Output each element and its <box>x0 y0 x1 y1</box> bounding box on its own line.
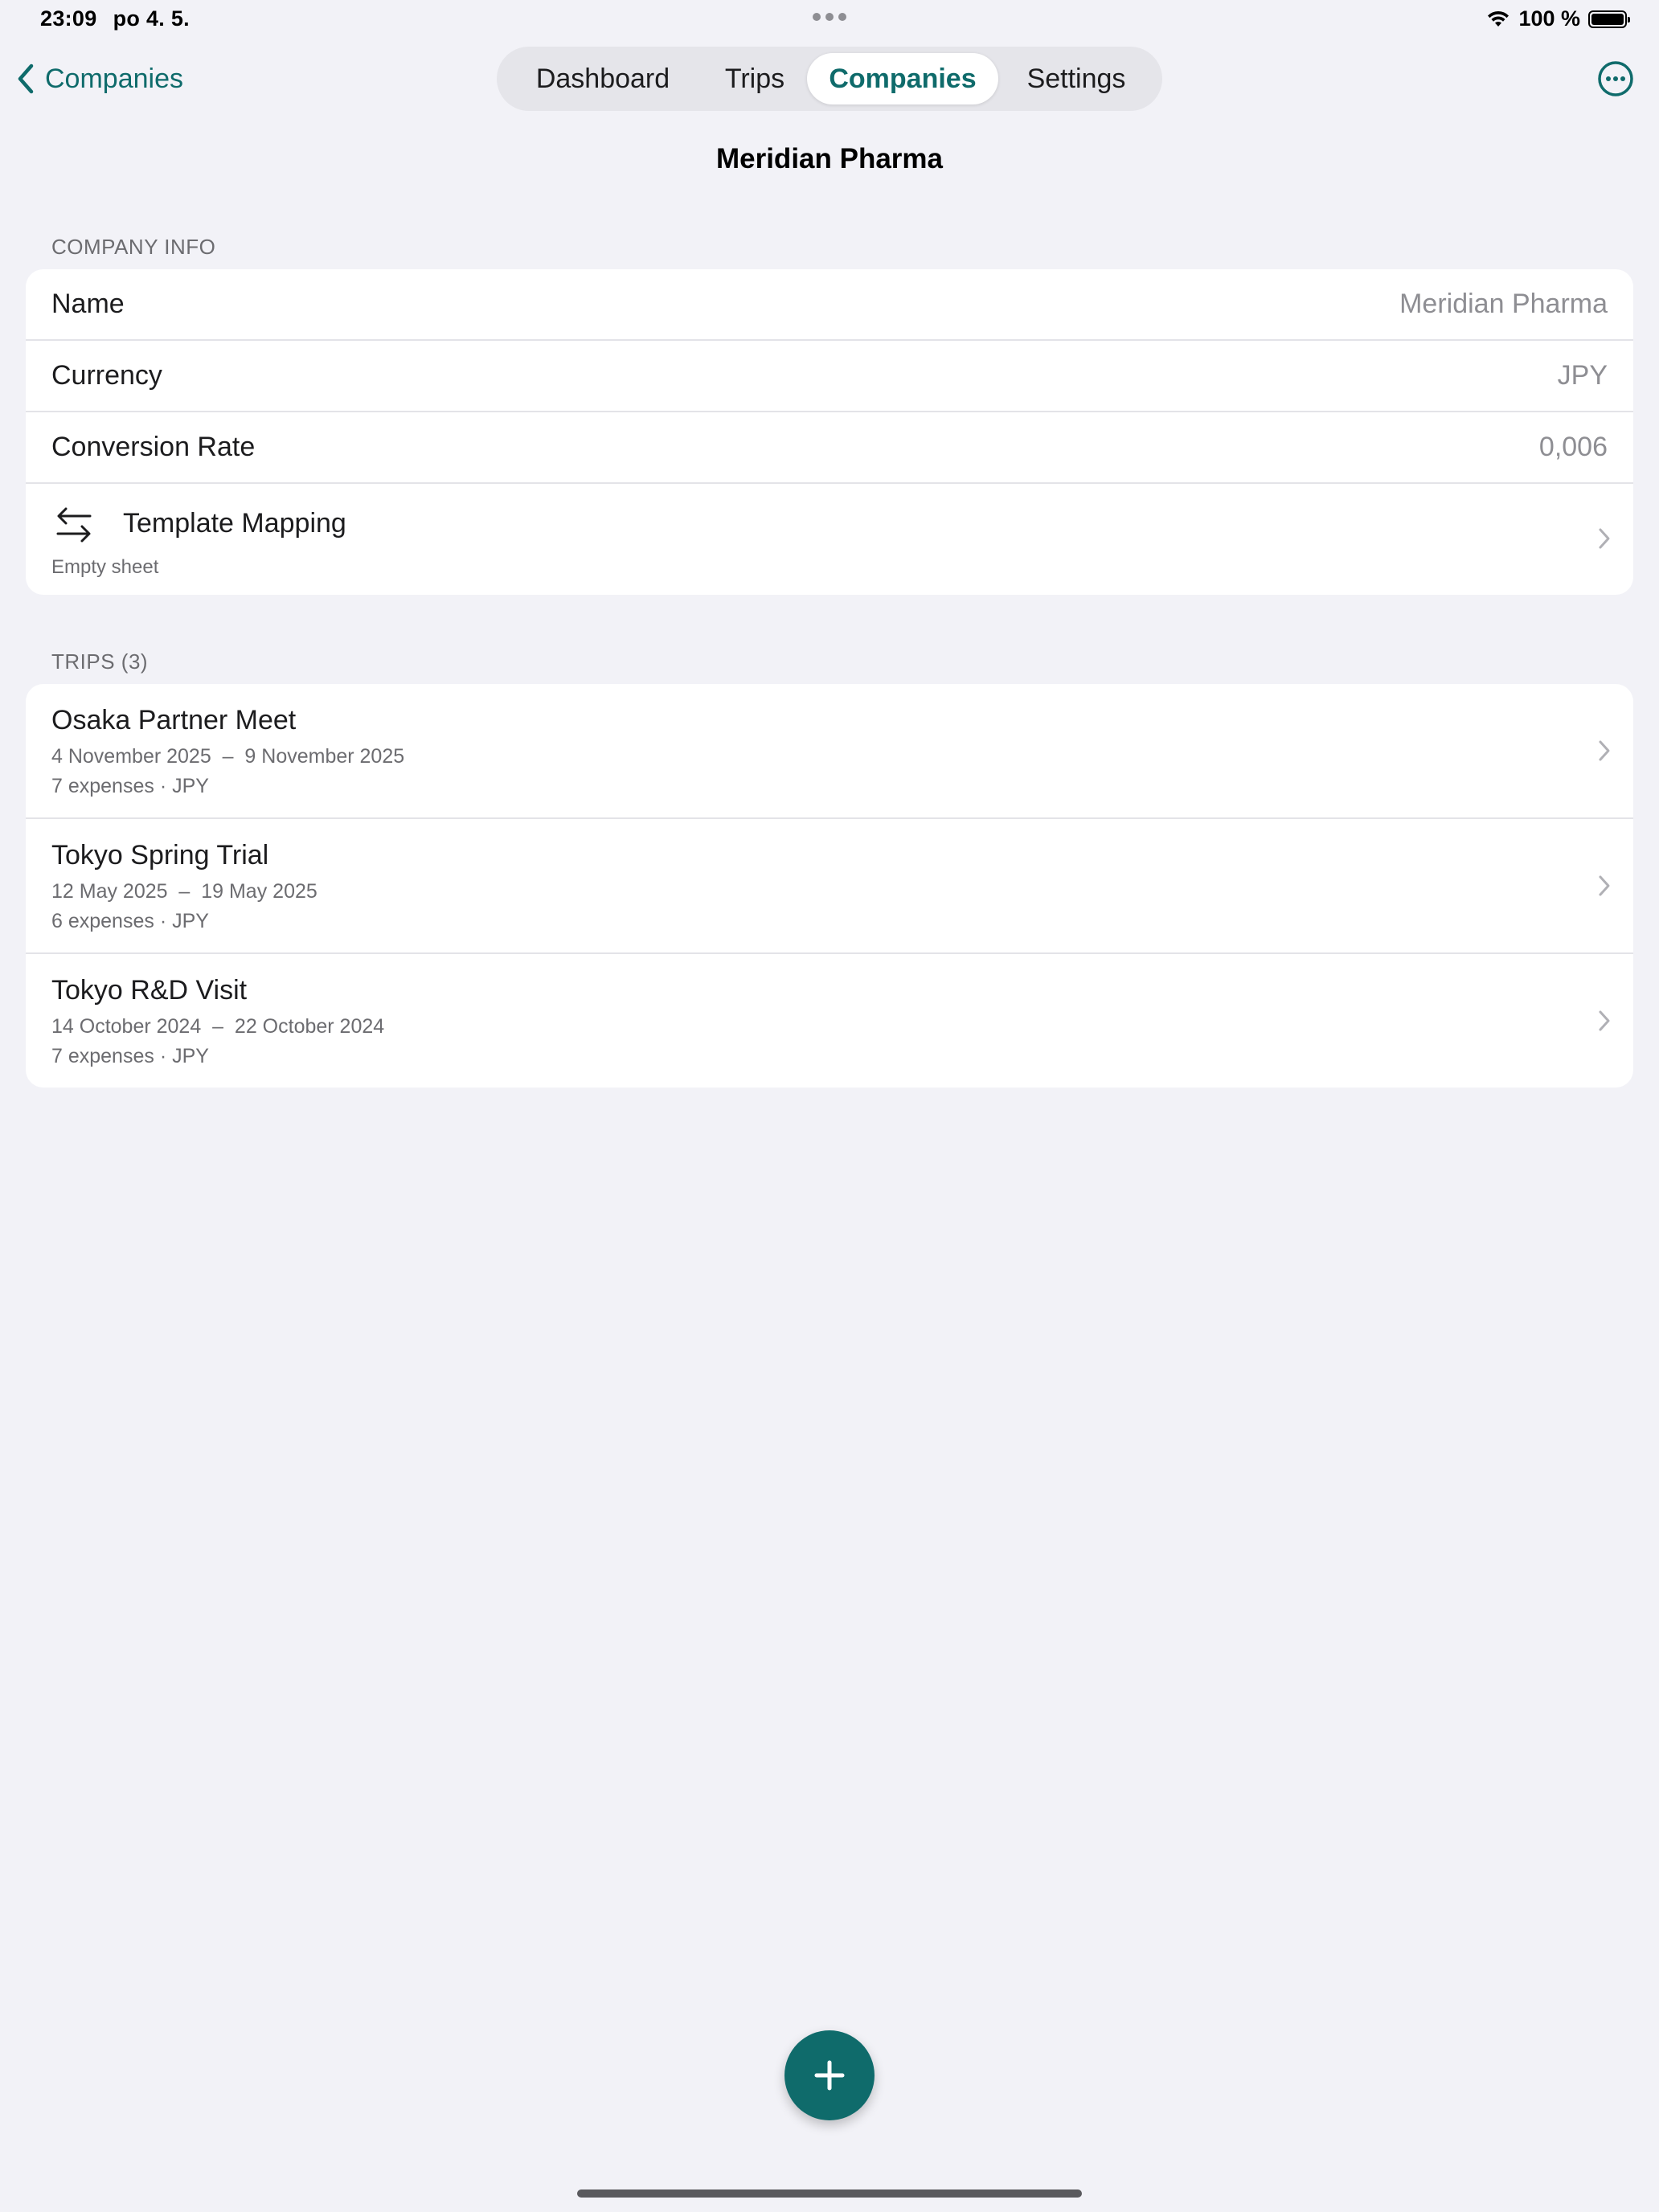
conversion-rate-row[interactable]: Conversion Rate 0,006 <box>26 412 1633 482</box>
back-button-label: Companies <box>45 63 183 94</box>
trip-row[interactable]: Osaka Partner Meet 4 November 2025 – 9 N… <box>26 684 1633 817</box>
status-indicators: 100 % <box>1486 6 1630 31</box>
tab-companies[interactable]: Companies <box>807 53 998 104</box>
currency-label: Currency <box>51 360 162 391</box>
trip-row[interactable]: Tokyo R&D Visit 14 October 2024 – 22 Oct… <box>26 954 1633 1088</box>
add-trip-button[interactable] <box>784 2030 875 2120</box>
chevron-right-icon <box>1599 1010 1610 1031</box>
page-title: Meridian Pharma <box>715 143 944 174</box>
battery-icon <box>1588 10 1630 28</box>
chevron-right-icon <box>1599 528 1610 549</box>
battery-percent: 100 % <box>1518 6 1580 31</box>
trip-meta: 6 expenses · JPY <box>51 910 209 932</box>
trip-row[interactable]: Tokyo Spring Trial 12 May 2025 – 19 May … <box>26 819 1633 952</box>
ellipsis-circle-icon[interactable] <box>1596 59 1635 98</box>
tab-settings[interactable]: Settings <box>998 53 1154 104</box>
trip-dates: 12 May 2025 – 19 May 2025 <box>51 880 317 903</box>
wifi-icon <box>1488 10 1509 27</box>
tab-dashboard[interactable]: Dashboard <box>503 53 703 104</box>
back-button[interactable]: Companies <box>16 45 183 113</box>
trip-name: Osaka Partner Meet <box>51 705 297 735</box>
trip-meta: 7 expenses · JPY <box>51 775 209 797</box>
arrows-left-right-icon <box>56 507 92 543</box>
name-label: Name <box>51 289 125 319</box>
trip-name: Tokyo Spring Trial <box>51 840 269 870</box>
chevron-right-icon <box>1599 875 1610 896</box>
template-mapping-subtitle: Empty sheet <box>51 556 159 578</box>
company-info-card: Name Meridian Pharma Currency JPY Conver… <box>26 269 1633 595</box>
battery-fill <box>1591 13 1624 25</box>
tab-bar: Dashboard Trips Companies Settings <box>497 47 1162 111</box>
trip-dates: 14 October 2024 – 22 October 2024 <box>51 1015 385 1038</box>
status-bar: 23:09 po 4. 5. 100 % <box>0 0 1659 40</box>
status-clock: 23:09 <box>40 6 97 31</box>
currency-row[interactable]: Currency JPY <box>26 341 1633 411</box>
chevron-right-icon <box>1599 740 1610 761</box>
trip-meta: 7 expenses · JPY <box>51 1045 209 1067</box>
status-date: po 4. 5. <box>113 6 190 31</box>
home-indicator[interactable] <box>577 2189 1082 2198</box>
section-header-company-info: COMPANY INFO <box>51 235 216 259</box>
navigation-bar: Companies Dashboard Trips Companies Sett… <box>0 45 1659 113</box>
template-mapping-row[interactable]: Template Mapping Empty sheet <box>26 484 1633 595</box>
currency-value: JPY <box>1557 360 1608 391</box>
template-mapping-label: Template Mapping <box>123 508 346 539</box>
plus-icon <box>814 2060 845 2091</box>
trip-dates: 4 November 2025 – 9 November 2025 <box>51 745 405 768</box>
chevron-left-icon <box>18 63 34 94</box>
multitasking-dots-icon[interactable] <box>813 13 846 21</box>
trips-card: Osaka Partner Meet 4 November 2025 – 9 N… <box>26 684 1633 1088</box>
trip-name: Tokyo R&D Visit <box>51 975 248 1006</box>
name-value: Meridian Pharma <box>1399 289 1608 319</box>
status-time: 23:09 po 4. 5. <box>40 6 190 31</box>
conversion-rate-value: 0,006 <box>1538 432 1608 462</box>
tab-trips[interactable]: Trips <box>703 53 807 104</box>
name-row[interactable]: Name Meridian Pharma <box>26 269 1633 339</box>
section-header-trips: TRIPS (3) <box>51 649 149 674</box>
conversion-rate-label: Conversion Rate <box>51 432 256 462</box>
